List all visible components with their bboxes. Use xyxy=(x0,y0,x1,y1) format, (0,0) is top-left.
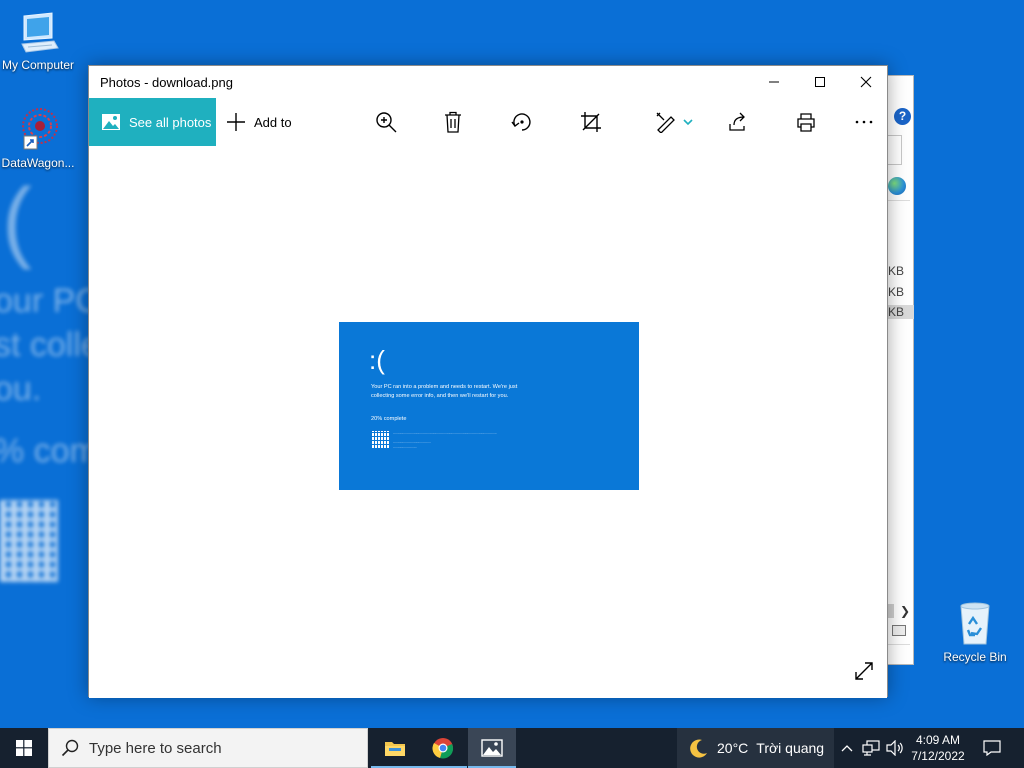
zoom-in-icon xyxy=(376,112,397,133)
background-divider xyxy=(888,200,910,201)
edit-pen-icon xyxy=(656,112,675,133)
see-all-photos-label: See all photos xyxy=(129,114,212,130)
printer-icon xyxy=(797,113,815,132)
more-options-button[interactable] xyxy=(844,98,884,146)
edit-and-create-button[interactable] xyxy=(649,98,699,146)
file-size-cell: KB xyxy=(888,264,905,278)
desktop-icon-my-computer[interactable]: My Computer xyxy=(0,8,76,72)
globe-icon xyxy=(888,177,906,195)
datawagon-icon xyxy=(14,106,62,154)
bsod-message: Your PC ran into a problem and needs to … xyxy=(371,384,518,399)
maximize-button[interactable] xyxy=(797,66,843,98)
chrome-icon xyxy=(432,738,454,759)
clock-date: 7/12/2022 xyxy=(911,749,965,763)
bsod-sad-face: :( xyxy=(369,345,385,375)
photos-window[interactable]: Photos - download.png See all photos Add… xyxy=(88,65,888,698)
window-title: Photos - download.png xyxy=(100,75,233,90)
desktop-icon-label: My Computer xyxy=(1,58,75,72)
weather-temperature: 20°C xyxy=(717,740,749,756)
help-icon[interactable]: ? xyxy=(894,108,911,125)
ellipsis-icon xyxy=(855,120,873,124)
wallpaper-sad-face: ( xyxy=(2,171,32,271)
minimize-icon xyxy=(769,81,779,83)
search-icon xyxy=(61,739,79,757)
wallpaper-text-3: ou. xyxy=(0,370,42,408)
add-to-label: Add to xyxy=(254,114,292,130)
recycle-bin-icon xyxy=(951,600,999,648)
taskbar-search-box[interactable]: Type here to search xyxy=(48,728,368,768)
background-address-box[interactable] xyxy=(888,135,902,165)
minimize-button[interactable] xyxy=(751,66,797,98)
crop-icon xyxy=(581,112,601,132)
taskbar-photos[interactable] xyxy=(468,728,516,768)
scroll-right-arrow-icon[interactable]: ❯ xyxy=(900,604,910,618)
share-button[interactable] xyxy=(718,98,758,146)
bsod-fine-print: ......................... xyxy=(393,445,417,449)
desktop-icon-recycle-bin[interactable]: Recycle Bin xyxy=(937,600,1013,664)
file-size-cell: KB xyxy=(888,285,905,299)
displayed-image[interactable]: :( Your PC ran into a problem and needs … xyxy=(339,322,639,490)
chevron-up-icon xyxy=(841,745,853,752)
wallpaper-qr-code xyxy=(0,500,58,582)
horizontal-scrollbar-thumb[interactable] xyxy=(888,604,894,618)
folder-icon xyxy=(385,742,405,756)
show-hidden-icons-button[interactable] xyxy=(838,728,856,768)
taskbar-chrome[interactable] xyxy=(419,728,467,768)
plus-icon xyxy=(227,113,245,131)
start-button[interactable] xyxy=(0,728,48,768)
bsod-fine-print: ........................................ xyxy=(393,440,431,444)
delete-button[interactable] xyxy=(433,98,473,146)
bsod-progress: 20% complete xyxy=(371,416,407,422)
close-button[interactable] xyxy=(843,66,889,98)
taskbar-clock[interactable]: 4:09 AM 7/12/2022 xyxy=(906,732,970,764)
trash-icon xyxy=(445,111,461,133)
bsod-fine-print: ........................................… xyxy=(393,431,497,435)
search-placeholder: Type here to search xyxy=(89,739,222,757)
expand-icon xyxy=(855,662,873,680)
rotate-button[interactable] xyxy=(502,98,542,146)
photos-app-icon xyxy=(481,739,503,757)
print-button[interactable] xyxy=(786,98,826,146)
windows-logo-icon xyxy=(16,740,32,756)
photos-icon xyxy=(102,114,120,130)
weather-condition: Trời quang xyxy=(756,740,825,756)
title-bar[interactable]: Photos - download.png xyxy=(89,66,887,98)
full-screen-button[interactable] xyxy=(849,656,879,686)
wallpaper-text-4: % com xyxy=(0,432,98,470)
desktop-icon-label: Recycle Bin xyxy=(943,650,1007,664)
share-icon xyxy=(729,112,745,131)
speaker-icon xyxy=(886,740,903,756)
volume-button[interactable] xyxy=(884,728,906,768)
network-icon xyxy=(862,740,880,756)
clock-time: 4:09 AM xyxy=(915,733,961,747)
weather-widget[interactable]: 20°C Trời quang xyxy=(677,728,834,768)
zoom-button[interactable] xyxy=(366,98,406,146)
crop-button[interactable] xyxy=(571,98,611,146)
moon-icon xyxy=(690,739,707,758)
rotate-icon xyxy=(511,113,531,131)
desktop-icon-datawagon[interactable]: DataWagon... xyxy=(0,106,76,170)
add-to-button[interactable]: Add to xyxy=(226,98,292,146)
desktop-icon-label: DataWagon... xyxy=(1,156,75,170)
maximize-icon xyxy=(815,77,825,87)
computer-icon xyxy=(14,8,62,56)
photos-toolbar: See all photos Add to xyxy=(89,98,887,146)
taskbar: Type here to search 20°C Trời quang 4:09… xyxy=(0,728,1024,768)
see-all-photos-button[interactable]: See all photos xyxy=(89,98,216,146)
notification-icon xyxy=(983,740,1001,756)
file-size-cell-selected: KB xyxy=(888,305,915,319)
network-button[interactable] xyxy=(860,728,882,768)
background-status-divider xyxy=(888,644,910,645)
details-view-icon[interactable] xyxy=(892,625,906,636)
action-center-button[interactable] xyxy=(976,728,1008,768)
taskbar-file-explorer[interactable] xyxy=(371,728,419,768)
chevron-down-icon xyxy=(683,119,693,126)
close-icon xyxy=(860,76,872,88)
bsod-qr-code xyxy=(371,431,389,449)
